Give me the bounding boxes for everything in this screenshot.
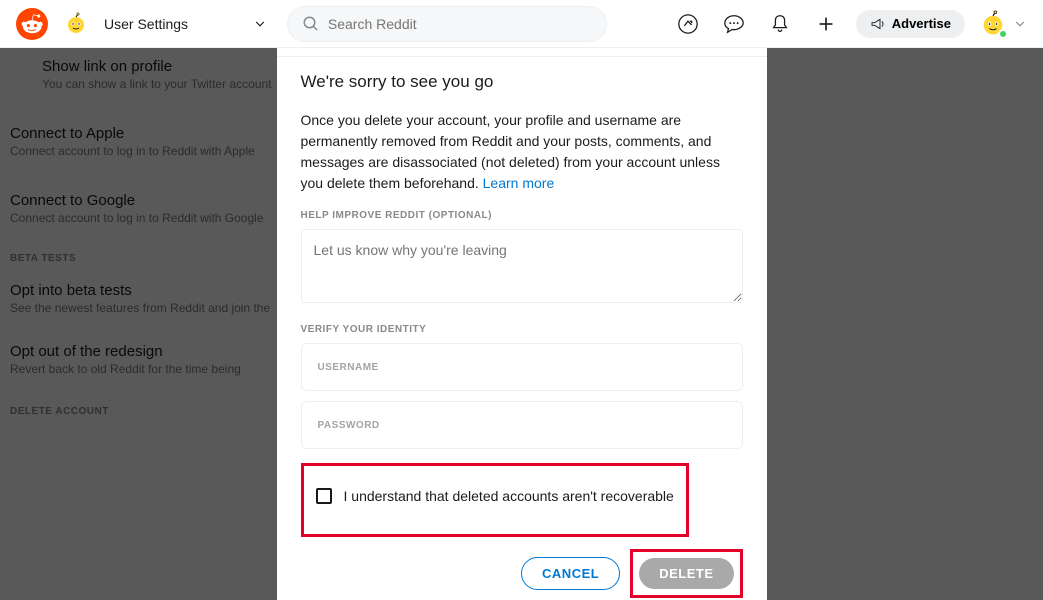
feedback-label: HELP IMPROVE REDDIT (OPTIONAL) bbox=[301, 210, 743, 221]
megaphone-icon bbox=[870, 16, 886, 32]
verify-label: VERIFY YOUR IDENTITY bbox=[301, 324, 743, 335]
chevron-down-icon bbox=[1013, 17, 1027, 31]
highlight-delete: DELETE bbox=[630, 549, 742, 598]
advertise-label: Advertise bbox=[892, 16, 951, 31]
password-field[interactable] bbox=[301, 401, 743, 449]
cancel-button[interactable]: CANCEL bbox=[521, 557, 620, 590]
search-input[interactable] bbox=[287, 6, 607, 42]
reddit-logo[interactable] bbox=[16, 8, 48, 40]
delete-account-modal: We're sorry to see you go Once you delet… bbox=[277, 0, 767, 600]
app-header: User Settings Advertise bbox=[0, 0, 1043, 48]
advertise-button[interactable]: Advertise bbox=[856, 10, 965, 38]
page-title: User Settings bbox=[104, 16, 188, 32]
leave-reason-textarea[interactable] bbox=[301, 229, 743, 303]
chat-icon[interactable] bbox=[718, 8, 750, 40]
create-post-icon[interactable] bbox=[810, 8, 842, 40]
understand-checkbox[interactable] bbox=[316, 488, 332, 504]
popular-icon[interactable] bbox=[672, 8, 704, 40]
notifications-icon[interactable] bbox=[764, 8, 796, 40]
modal-description: Once you delete your account, your profi… bbox=[301, 110, 743, 194]
highlight-checkbox: I understand that deleted accounts aren'… bbox=[301, 463, 689, 537]
modal-title: We're sorry to see you go bbox=[301, 72, 743, 92]
user-avatar bbox=[979, 10, 1007, 38]
search-field[interactable] bbox=[328, 16, 592, 32]
delete-button[interactable]: DELETE bbox=[639, 558, 733, 589]
user-mascot-icon bbox=[64, 12, 88, 36]
presence-indicator bbox=[998, 29, 1008, 39]
search-icon bbox=[302, 15, 320, 33]
checkbox-label: I understand that deleted accounts aren'… bbox=[344, 488, 674, 504]
learn-more-link[interactable]: Learn more bbox=[483, 175, 555, 191]
user-menu[interactable] bbox=[979, 10, 1027, 38]
username-field[interactable] bbox=[301, 343, 743, 391]
chevron-down-icon[interactable] bbox=[253, 17, 267, 31]
